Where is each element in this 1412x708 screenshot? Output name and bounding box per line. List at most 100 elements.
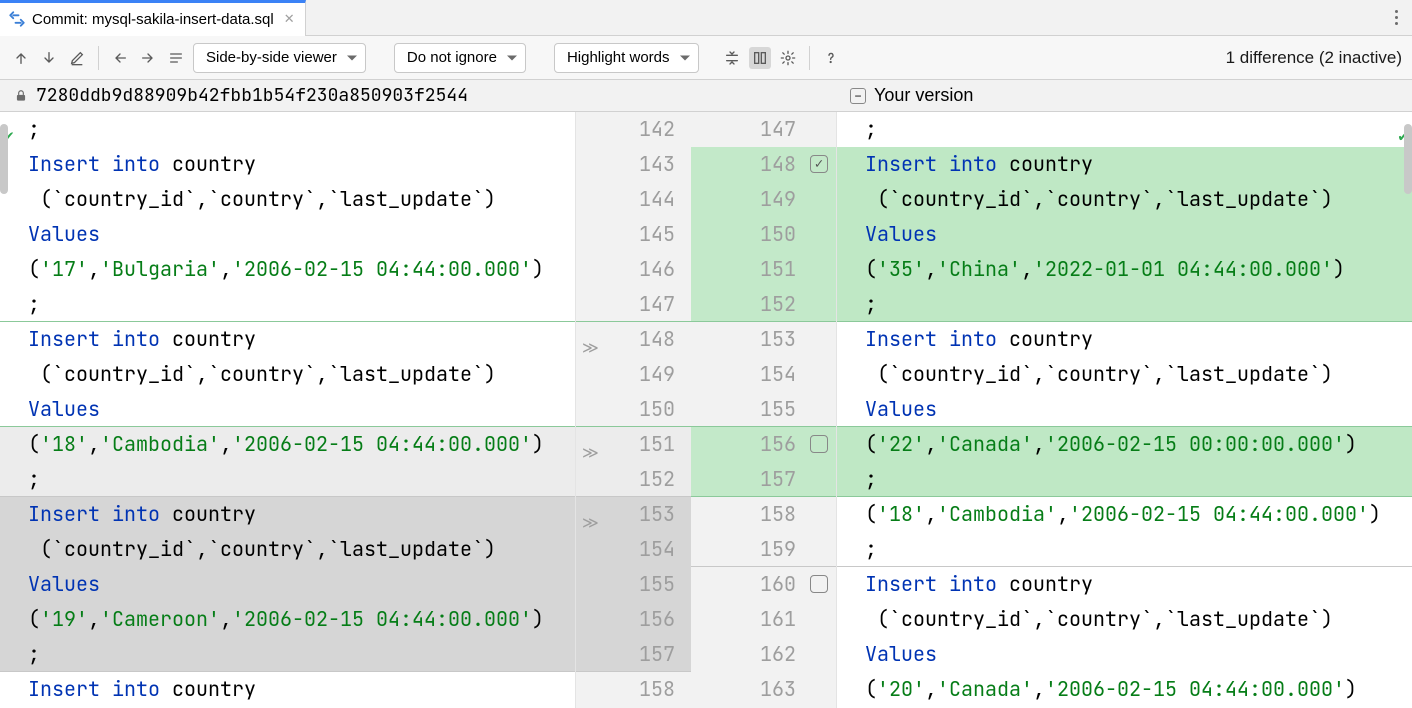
code-line[interactable]: ;	[837, 532, 1412, 567]
gutter-line: 148✓	[691, 147, 836, 182]
gutter-line: 147	[691, 112, 836, 147]
code-line[interactable]: Insert into country	[0, 322, 575, 357]
code-line[interactable]: Values	[837, 217, 1412, 252]
right-scrollbar[interactable]	[1404, 112, 1412, 708]
code-line[interactable]: ;	[0, 462, 575, 497]
kebab-menu-icon[interactable]	[1391, 6, 1402, 29]
gutter-line: 151	[691, 252, 836, 287]
gutter-line: 157	[691, 462, 836, 497]
gutter-line: 154	[691, 357, 836, 392]
code-line[interactable]: Insert into country	[837, 567, 1412, 602]
code-line[interactable]: (`country_id`,`country`,`last_update`)	[0, 182, 575, 217]
code-line[interactable]: (`country_id`,`country`,`last_update`)	[837, 182, 1412, 217]
code-line[interactable]: ;	[0, 112, 575, 147]
code-line[interactable]: ('22','Canada','2006-02-15 00:00:00.000'…	[837, 427, 1412, 462]
code-line[interactable]: ;	[0, 637, 575, 672]
code-line[interactable]: Values	[0, 567, 575, 602]
gutter-line: 147	[576, 287, 691, 322]
include-chunk-checkbox[interactable]	[810, 435, 828, 453]
gutter-line: 153	[691, 322, 836, 357]
include-chunk-checkbox[interactable]: ✓	[810, 155, 828, 173]
include-chunk-checkbox[interactable]	[810, 575, 828, 593]
right-gutter: 147148✓149150151152153154155156157158159…	[691, 112, 837, 708]
gutter-line: 156	[576, 602, 691, 637]
viewer-mode-select[interactable]: Side-by-side viewer	[193, 43, 366, 73]
code-line[interactable]: ('19','Cameroon','2006-02-15 04:44:00.00…	[0, 602, 575, 637]
tab-title: Commit: mysql-sakila-insert-data.sql	[32, 11, 274, 28]
code-line[interactable]: Insert into country	[837, 322, 1412, 357]
code-line[interactable]: Insert into country	[837, 147, 1412, 182]
gutter-line: ≫153	[576, 497, 691, 532]
gutter-line: 162	[691, 637, 836, 672]
code-line[interactable]: ('18','Cambodia','2006-02-15 04:44:00.00…	[837, 497, 1412, 532]
code-line[interactable]: Insert into country	[0, 672, 575, 707]
code-line[interactable]: (`country_id`,`country`,`last_update`)	[837, 357, 1412, 392]
gutter-line: 161	[691, 602, 836, 637]
separator	[98, 46, 99, 70]
code-line[interactable]: Values	[837, 637, 1412, 672]
code-line[interactable]: ('18','Cambodia','2006-02-15 04:44:00.00…	[0, 427, 575, 462]
sync-scroll-icon[interactable]	[749, 47, 771, 69]
collapse-unchanged-icon[interactable]	[721, 47, 743, 69]
gutter-line: 160	[691, 567, 836, 602]
left-scrollbar[interactable]	[0, 112, 8, 708]
gutter-line: 150	[691, 217, 836, 252]
code-line[interactable]: (`country_id`,`country`,`last_update`)	[0, 357, 575, 392]
gear-icon[interactable]	[777, 47, 799, 69]
gutter-line: 157	[576, 637, 691, 672]
highlight-label: Highlight words	[567, 49, 670, 66]
help-icon[interactable]	[820, 47, 842, 69]
code-line[interactable]: Insert into country	[0, 147, 575, 182]
diff-headers: 7280ddb9d88909b42fbb1b54f230a850903f2544…	[0, 80, 1412, 112]
diff-body: ✔ ;Insert into country (`country_id`,`co…	[0, 112, 1412, 708]
gutter-line: 163	[691, 672, 836, 707]
gutter-line: 158	[576, 672, 691, 707]
code-line[interactable]: ('17','Bulgaria','2006-02-15 04:44:00.00…	[0, 252, 575, 287]
gutter-line: ≫151	[576, 427, 691, 462]
list-icon[interactable]	[165, 47, 187, 69]
collapse-all-icon[interactable]: −	[850, 88, 866, 104]
whitespace-select[interactable]: Do not ignore	[394, 43, 526, 73]
gutter-line: 144	[576, 182, 691, 217]
close-icon[interactable]: ✕	[284, 11, 295, 27]
code-line[interactable]: Insert into country	[0, 497, 575, 532]
right-code-pane[interactable]: ✔ ;Insert into country (`country_id`,`co…	[837, 112, 1412, 708]
code-line[interactable]: ;	[837, 112, 1412, 147]
left-code-pane[interactable]: ✔ ;Insert into country (`country_id`,`co…	[0, 112, 575, 708]
code-line[interactable]: ('20','Canada','2006-02-15 04:44:00.000'…	[837, 672, 1412, 707]
left-gutter: 142143144145146147≫148149150≫151152≫1531…	[575, 112, 691, 708]
code-line[interactable]: Values	[0, 217, 575, 252]
diff-toolbar: Side-by-side viewer Do not ignore Highli…	[0, 36, 1412, 80]
gutter-line: 158	[691, 497, 836, 532]
code-line[interactable]: (`country_id`,`country`,`last_update`)	[0, 532, 575, 567]
gutter-line: ≫148	[576, 322, 691, 357]
code-line[interactable]: Values	[837, 392, 1412, 427]
code-line[interactable]: ;	[837, 462, 1412, 497]
highlight-select[interactable]: Highlight words	[554, 43, 699, 73]
prev-diff-icon[interactable]	[10, 47, 32, 69]
gutter-line: 143	[576, 147, 691, 182]
gutter-line: 142	[576, 112, 691, 147]
gutter-line: 149	[691, 182, 836, 217]
next-diff-icon[interactable]	[38, 47, 60, 69]
gutter-line: 156	[691, 427, 836, 462]
code-line[interactable]: Values	[0, 392, 575, 427]
forward-icon[interactable]	[137, 47, 159, 69]
code-line[interactable]: ;	[0, 287, 575, 322]
code-line[interactable]: ('35','China','2022-01-01 04:44:00.000')	[837, 252, 1412, 287]
viewer-mode-label: Side-by-side viewer	[206, 49, 337, 66]
gutter-line: 150	[576, 392, 691, 427]
tab-bar: Commit: mysql-sakila-insert-data.sql ✕	[0, 0, 1412, 36]
gutter-line: 154	[576, 532, 691, 567]
gutter-line: 152	[576, 462, 691, 497]
gutter-line: 149	[576, 357, 691, 392]
back-icon[interactable]	[109, 47, 131, 69]
code-line[interactable]: (`country_id`,`country`,`last_update`)	[837, 602, 1412, 637]
diff-summary: 1 difference (2 inactive)	[1226, 48, 1402, 68]
left-revision-label: 7280ddb9d88909b42fbb1b54f230a850903f2544	[36, 84, 468, 107]
gutter-line: 159	[691, 532, 836, 567]
tab-active[interactable]: Commit: mysql-sakila-insert-data.sql ✕	[0, 0, 306, 36]
edit-icon[interactable]	[66, 47, 88, 69]
whitespace-label: Do not ignore	[407, 49, 497, 66]
code-line[interactable]: ;	[837, 287, 1412, 322]
